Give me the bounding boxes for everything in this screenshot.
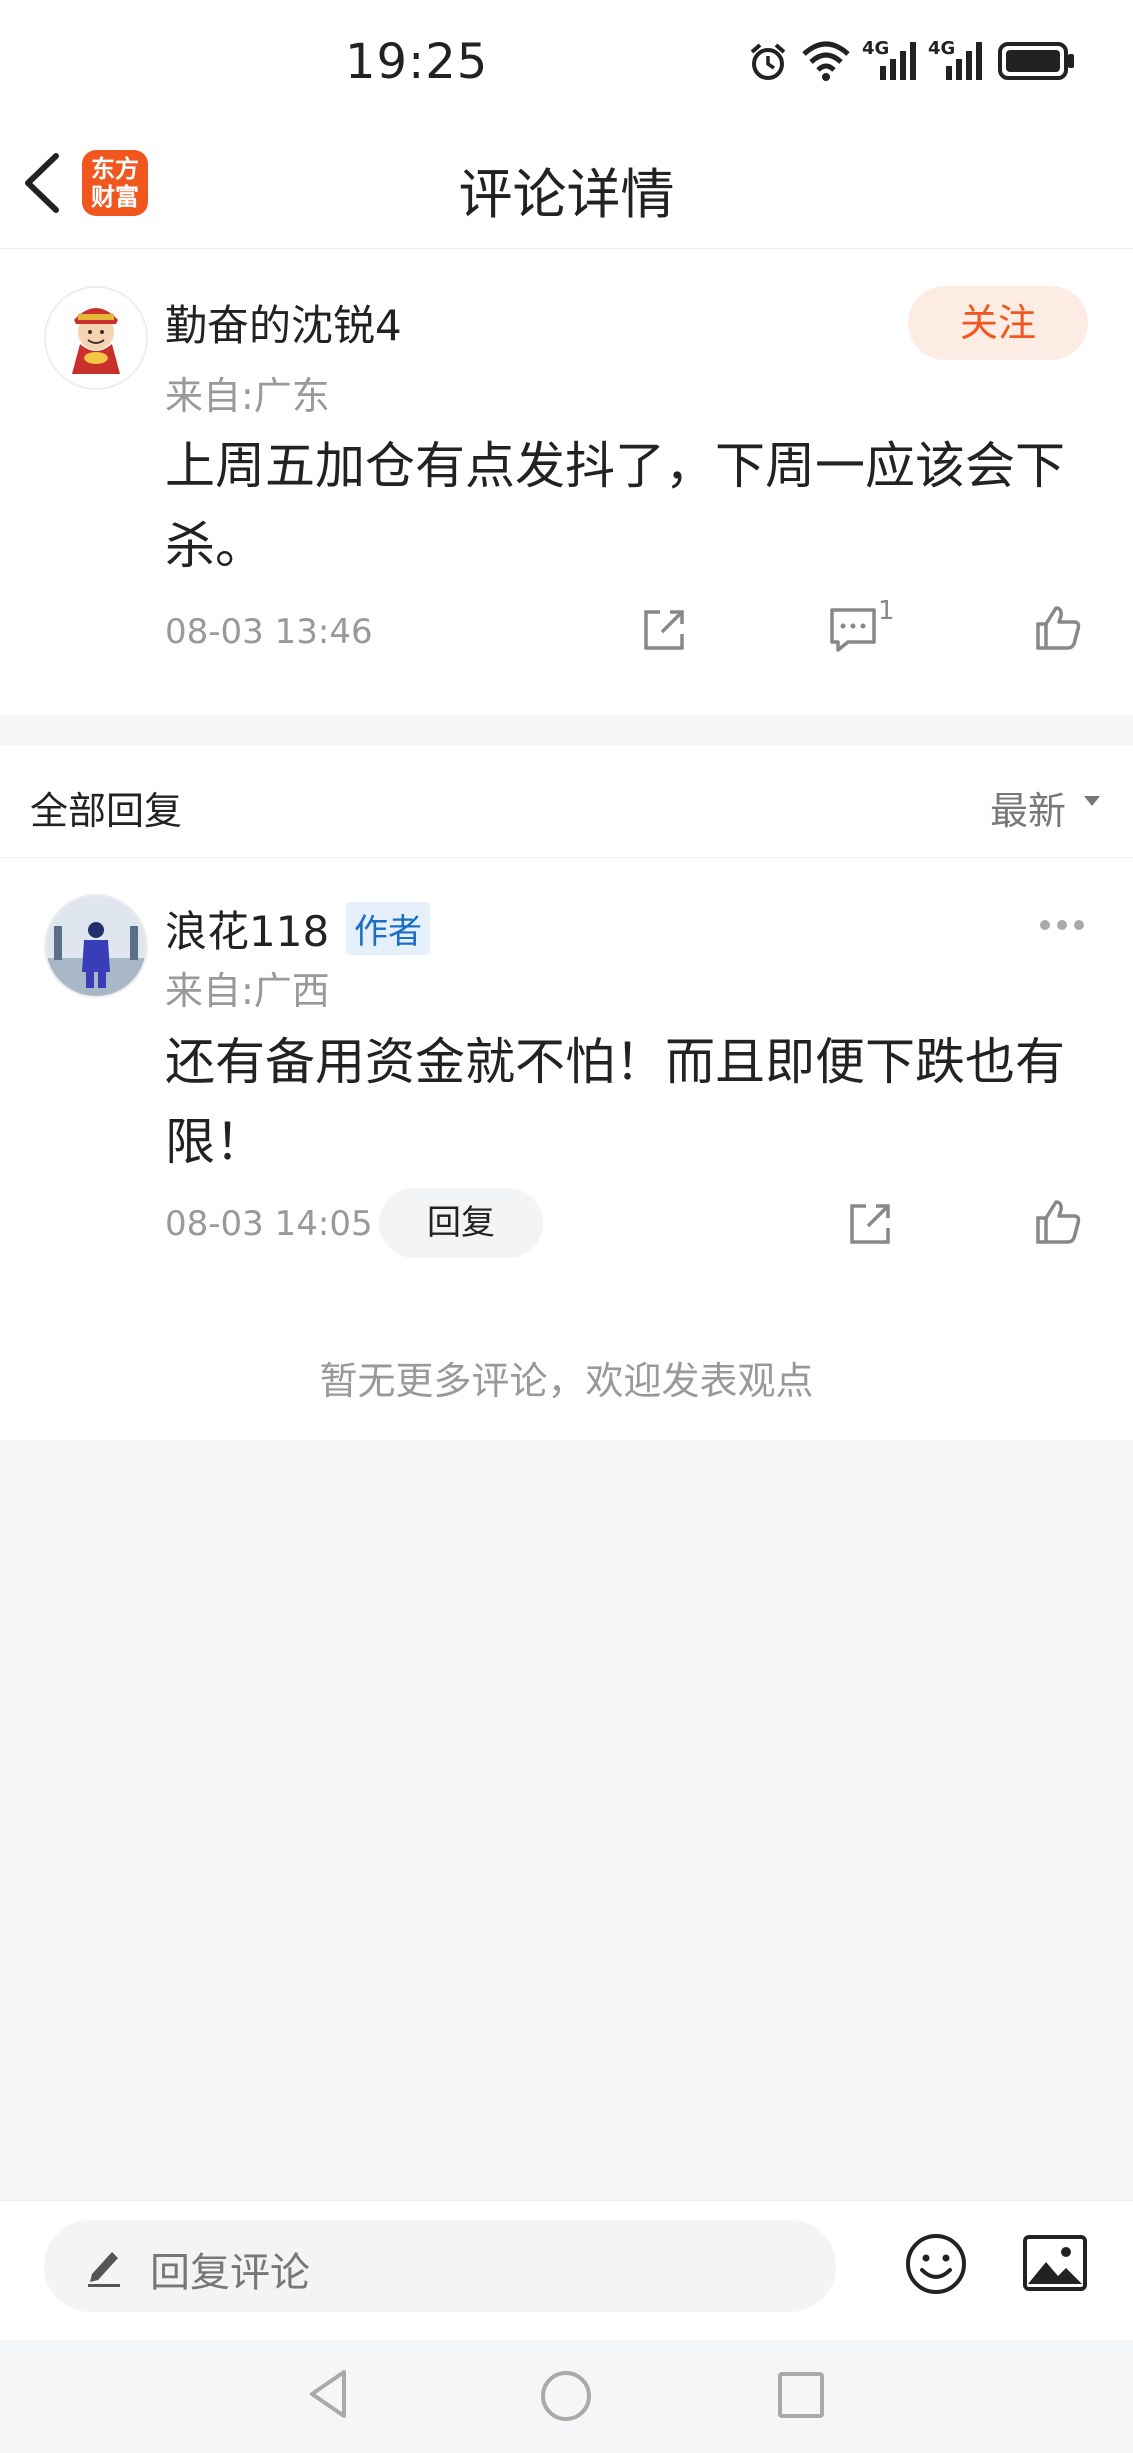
comment-location: 来自:广东 (165, 374, 330, 418)
sort-dropdown[interactable]: 最新 (990, 780, 1066, 835)
status-bar: 19:25 4G 4G (0, 0, 1133, 120)
no-more-comments: 暂无更多评论，欢迎发表观点 (319, 1359, 814, 1403)
cellular-signal-icon: 4G (928, 38, 988, 82)
reply-location: 来自:广西 (165, 969, 330, 1013)
system-back-icon[interactable] (306, 2368, 350, 2420)
caret-down-icon[interactable] (1082, 794, 1102, 808)
comment-username[interactable]: 勤奋的沈锐4 (165, 292, 402, 353)
author-badge: 作者 (346, 902, 430, 955)
follow-button[interactable]: 关注 (908, 286, 1088, 360)
system-recents-icon[interactable] (776, 2370, 826, 2420)
comment-icon[interactable] (828, 606, 878, 654)
share-icon[interactable] (640, 606, 688, 654)
all-replies-label: 全部回复 (30, 789, 183, 833)
emoji-icon[interactable] (904, 2232, 968, 2296)
status-time: 19:25 (345, 34, 489, 90)
reply-input-placeholder: 回复评论 (150, 2250, 310, 2296)
pencil-icon (88, 2252, 120, 2287)
avatar[interactable] (44, 894, 148, 998)
like-icon[interactable] (1034, 604, 1082, 652)
avatar[interactable] (44, 286, 148, 390)
reply-timestamp: 08-03 14:05 (165, 1204, 373, 1244)
battery-icon (998, 42, 1074, 80)
wifi-icon (802, 41, 850, 81)
alarm-icon (750, 43, 786, 80)
page-title: 评论详情 (458, 163, 675, 226)
cellular-signal-icon: 4G (862, 38, 922, 82)
share-icon[interactable] (846, 1200, 894, 1248)
comment-timestamp: 08-03 13:46 (165, 612, 373, 652)
reply-username[interactable]: 浪花118 (165, 898, 329, 959)
like-icon[interactable] (1034, 1198, 1082, 1246)
system-home-icon[interactable] (538, 2368, 594, 2424)
reply-text: 还有备用资金就不怕！而且即便下跌也有限！ (165, 1033, 1065, 1171)
reply-count: 1 (878, 596, 895, 626)
image-icon[interactable] (1022, 2234, 1088, 2292)
more-icon[interactable] (1038, 918, 1086, 932)
comment-text: 上周五加仓有点发抖了，下周一应该会下杀。 (165, 437, 1065, 575)
reply-button[interactable]: 回复 (379, 1188, 543, 1258)
